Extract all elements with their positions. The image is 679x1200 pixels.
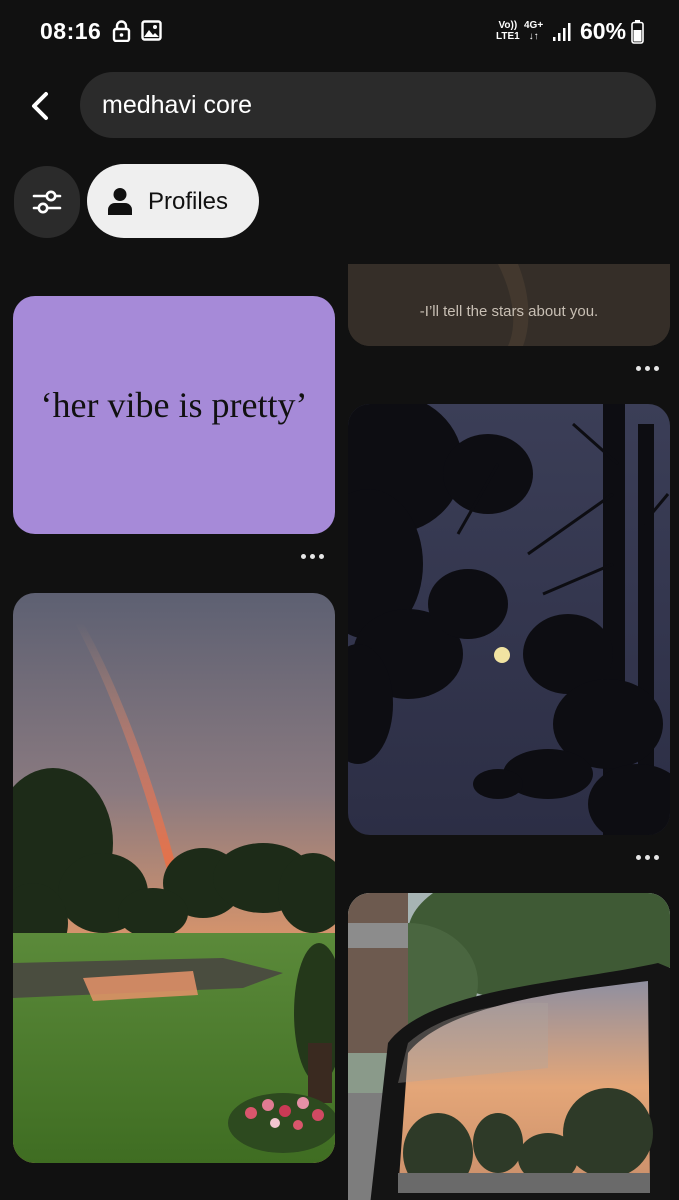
more-dots-icon xyxy=(635,854,659,860)
sliders-icon xyxy=(32,190,62,214)
status-bar: 08:16 Vo)) LTE1 4G+ ↓↑ 60% xyxy=(0,0,679,64)
filter-button[interactable] xyxy=(14,166,80,238)
pin-stars[interactable]: -I’ll tell the stars about you. xyxy=(348,264,670,346)
search-input[interactable] xyxy=(102,72,632,138)
network-volte-label: Vo)) LTE1 xyxy=(496,20,520,42)
more-dots-icon xyxy=(635,365,659,371)
person-icon xyxy=(108,188,132,215)
lock-icon xyxy=(112,20,131,47)
battery-icon xyxy=(631,20,644,49)
profiles-chip-label: Profiles xyxy=(148,188,229,215)
network-4g-label: 4G+ ↓↑ xyxy=(524,20,544,42)
profiles-filter-chip[interactable]: Profiles xyxy=(87,164,259,238)
car-mirror-image xyxy=(348,893,670,1200)
signal-icon xyxy=(553,22,571,47)
pin-moon-trees[interactable] xyxy=(348,404,670,835)
rainbow-sunset-image xyxy=(13,593,335,1163)
pin-car-mirror[interactable] xyxy=(348,893,670,1200)
status-time: 08:16 xyxy=(40,18,102,44)
pin-moon-trees-more-button[interactable] xyxy=(627,845,667,869)
pin-stars-text: -I’ll tell the stars about you. xyxy=(419,303,599,320)
battery-percent: 60% xyxy=(580,18,627,44)
image-icon xyxy=(141,20,162,46)
pin-rainbow-sunset[interactable] xyxy=(13,593,335,1163)
pin-stars-more-button[interactable] xyxy=(627,356,667,380)
pin-her-vibe-text: ‘her vibe is pretty’ xyxy=(40,385,308,425)
pin-her-vibe-more-button[interactable] xyxy=(292,544,332,568)
search-field[interactable] xyxy=(80,72,656,138)
pin-her-vibe[interactable]: ‘her vibe is pretty’ xyxy=(13,296,335,534)
back-arrow-icon xyxy=(32,92,48,120)
back-button[interactable] xyxy=(18,84,62,128)
more-dots-icon xyxy=(300,553,324,559)
moon-trees-image xyxy=(348,404,670,835)
